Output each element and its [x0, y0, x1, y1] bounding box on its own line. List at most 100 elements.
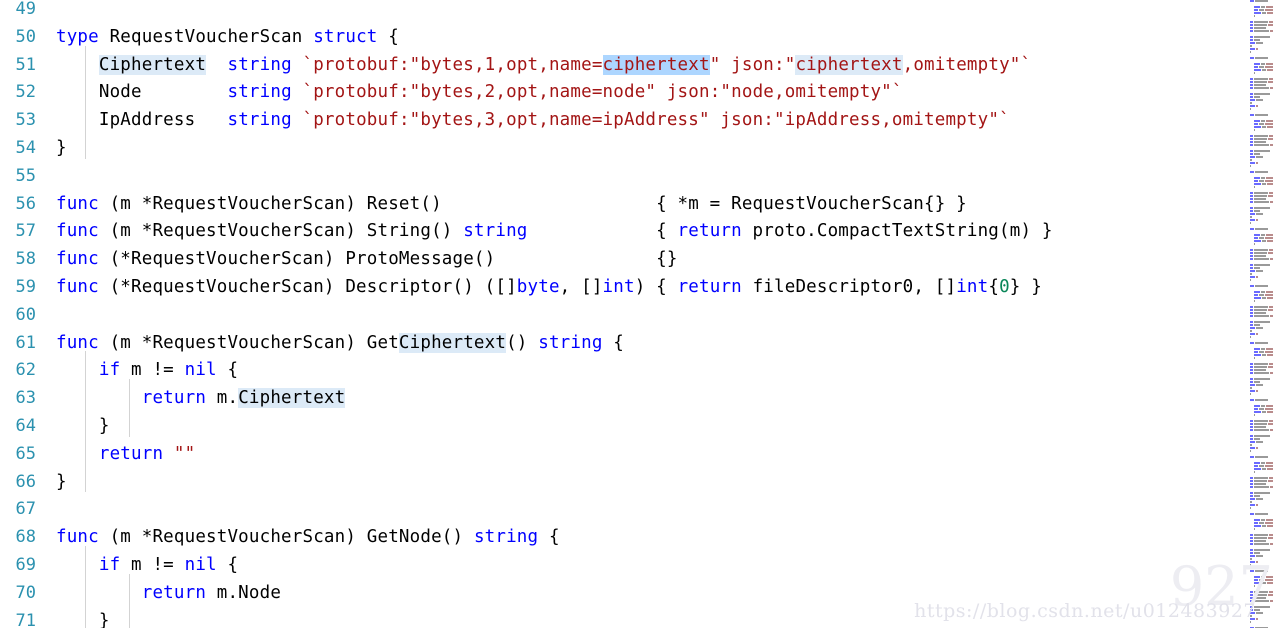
code-line[interactable]: func (m *RequestVoucherScan) Reset() { *…: [56, 191, 967, 219]
minimap-token: [1267, 525, 1273, 527]
line-number[interactable]: 63: [0, 385, 36, 413]
code-token: {: [216, 555, 239, 575]
line-number[interactable]: 55: [0, 163, 36, 191]
minimap-token: [1250, 321, 1253, 323]
line-number[interactable]: 57: [0, 218, 36, 246]
minimap-indent: [1250, 123, 1253, 125]
line-number[interactable]: 62: [0, 357, 36, 385]
line-number[interactable]: 58: [0, 246, 36, 274]
minimap-token: [1254, 543, 1269, 545]
minimap-indent: [1250, 291, 1253, 293]
line-number[interactable]: 51: [0, 52, 36, 80]
code-token: "": [173, 443, 196, 464]
minimap-token: [1250, 480, 1253, 482]
minimap-token: [1254, 405, 1260, 407]
minimap[interactable]: [1250, 0, 1273, 628]
line-number[interactable]: 60: [0, 302, 36, 330]
minimap-row: [1250, 72, 1256, 74]
line-number[interactable]: 52: [0, 79, 36, 107]
line-number[interactable]: 56: [0, 191, 36, 219]
minimap-row: [1250, 405, 1273, 407]
minimap-token: [1254, 78, 1268, 80]
line-number[interactable]: 49: [0, 0, 36, 24]
minimap-token: [1266, 177, 1273, 179]
line-number[interactable]: 71: [0, 608, 36, 628]
minimap-token: [1254, 471, 1255, 473]
code-token: func: [56, 193, 99, 214]
minimap-token: [1250, 153, 1253, 155]
minimap-token: [1255, 57, 1268, 59]
minimap-token: [1254, 321, 1270, 323]
code-line[interactable]: Ciphertext string `protobuf:"bytes,1,opt…: [56, 52, 1031, 80]
minimap-token: [1250, 276, 1255, 278]
code-line[interactable]: }: [56, 469, 67, 497]
code-token: `protobuf:"bytes,3,opt,name=ipAddress" j…: [302, 110, 1010, 131]
minimap-token: [1250, 0, 1254, 2]
line-number[interactable]: 64: [0, 413, 36, 441]
code-line[interactable]: func (*RequestVoucherScan) Descriptor() …: [56, 274, 1042, 302]
line-number[interactable]: 69: [0, 552, 36, 580]
line-number-gutter[interactable]: 49 50 51 52 53 54 55 56 57 58 59 60 61 62 63 64 65 66 67 68…: [0, 0, 44, 628]
minimap-token: [1250, 369, 1253, 371]
minimap-row: [1250, 366, 1273, 368]
minimap-row: [1250, 537, 1273, 539]
minimap-token: [1254, 234, 1260, 236]
code-line[interactable]: type RequestVoucherScan struct {: [56, 24, 399, 52]
minimap-indent: [1250, 180, 1253, 182]
minimap-token: [1261, 234, 1265, 236]
minimap-token: [1250, 210, 1253, 212]
code-line[interactable]: }: [56, 135, 67, 163]
line-number[interactable]: 66: [0, 469, 36, 497]
code-text-area[interactable]: type RequestVoucherScan struct { Ciphert…: [0, 0, 1273, 628]
minimap-token: [1250, 96, 1253, 98]
line-number[interactable]: 59: [0, 274, 36, 302]
code-line[interactable]: func (*RequestVoucherScan) ProtoMessage(…: [56, 246, 678, 274]
minimap-indent: [1250, 525, 1253, 527]
minimap-token: [1254, 87, 1269, 89]
line-number[interactable]: 53: [0, 107, 36, 135]
minimap-token: [1262, 126, 1266, 128]
code-line[interactable]: func (m *RequestVoucherScan) String() st…: [56, 218, 1053, 246]
line-number[interactable]: 65: [0, 441, 36, 469]
minimap-token: [1268, 423, 1273, 425]
minimap-row: [1250, 81, 1273, 83]
code-line[interactable]: return m.Ciphertext: [56, 385, 346, 413]
code-token: return: [141, 388, 207, 409]
code-line[interactable]: }: [56, 608, 110, 628]
code-line[interactable]: IpAddress string `protobuf:"bytes,3,opt,…: [56, 107, 1010, 135]
minimap-indent: [1250, 183, 1253, 185]
minimap-row: [1250, 258, 1273, 260]
minimap-token: [1250, 495, 1253, 497]
line-number[interactable]: 50: [0, 24, 36, 52]
minimap-token: [1250, 423, 1253, 425]
minimap-token: [1250, 159, 1252, 161]
code-line[interactable]: if m != nil {: [56, 357, 238, 385]
code-line[interactable]: }: [56, 413, 110, 441]
code-line[interactable]: func (m *RequestVoucherScan) GetCipherte…: [56, 330, 624, 358]
minimap-row: [1250, 51, 1252, 53]
minimap-token: [1269, 249, 1273, 251]
line-number[interactable]: 70: [0, 580, 36, 608]
minimap-token: [1267, 240, 1273, 242]
minimap-token: [1254, 438, 1260, 440]
code-line[interactable]: if m != nil {: [56, 552, 238, 580]
code-line[interactable]: func (m *RequestVoucherScan) GetNode() s…: [56, 524, 560, 552]
minimap-indent: [1250, 411, 1253, 413]
line-number[interactable]: 68: [0, 524, 36, 552]
minimap-token: [1256, 276, 1258, 278]
minimap-token: [1250, 201, 1253, 203]
code-line[interactable]: return m.Node: [56, 580, 281, 608]
line-number[interactable]: 67: [0, 496, 36, 524]
minimap-indent: [1250, 519, 1253, 521]
code-token: func: [56, 332, 99, 353]
minimap-token: [1261, 291, 1265, 293]
minimap-token: [1254, 522, 1258, 524]
minimap-row: [1250, 483, 1267, 485]
line-number[interactable]: 61: [0, 330, 36, 358]
line-number[interactable]: 54: [0, 135, 36, 163]
code-editor[interactable]: type RequestVoucherScan struct { Ciphert…: [0, 0, 1273, 628]
code-line[interactable]: return "": [56, 441, 195, 469]
code-line[interactable]: Node string `protobuf:"bytes,2,opt,name=…: [56, 79, 903, 107]
